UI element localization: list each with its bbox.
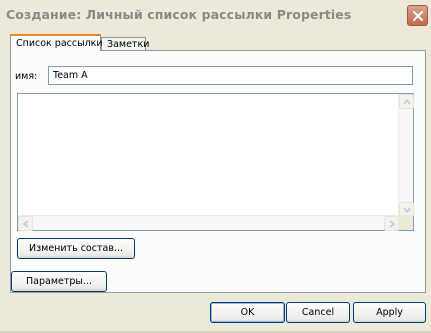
parameters-button[interactable]: Параметры... — [11, 271, 107, 292]
title-bar[interactable]: Создание: Личный список рассылки Propert… — [0, 0, 431, 30]
horizontal-scrollbar[interactable] — [18, 215, 399, 231]
members-list[interactable] — [17, 93, 414, 231]
ok-button[interactable]: OK — [210, 302, 285, 323]
scroll-up-button[interactable] — [399, 94, 414, 109]
name-input[interactable] — [48, 66, 413, 85]
scrollbar-corner — [398, 215, 413, 230]
close-icon — [413, 11, 423, 21]
change-members-button[interactable]: Изменить состав... — [17, 238, 135, 259]
tab-distribution-list[interactable]: Список рассылки — [10, 34, 103, 51]
properties-dialog: Создание: Личный список рассылки Propert… — [0, 0, 431, 333]
scroll-left-button[interactable] — [18, 216, 33, 231]
arrow-left-icon — [22, 220, 29, 228]
arrow-down-icon — [403, 207, 411, 214]
tab-notes[interactable]: Заметки — [101, 37, 150, 51]
apply-button[interactable]: Apply — [353, 302, 426, 323]
arrow-right-icon — [389, 220, 396, 228]
vertical-scrollbar[interactable] — [398, 94, 414, 217]
cancel-button[interactable]: Cancel — [286, 302, 350, 323]
name-label: имя: — [15, 71, 38, 82]
scroll-right-button[interactable] — [384, 216, 399, 231]
window-title: Создание: Личный список рассылки Propert… — [6, 7, 352, 22]
tab-notes-label: Заметки — [107, 39, 150, 50]
close-button[interactable] — [407, 5, 428, 26]
tab-distribution-list-label: Список рассылки — [16, 38, 103, 49]
arrow-up-icon — [403, 98, 411, 105]
